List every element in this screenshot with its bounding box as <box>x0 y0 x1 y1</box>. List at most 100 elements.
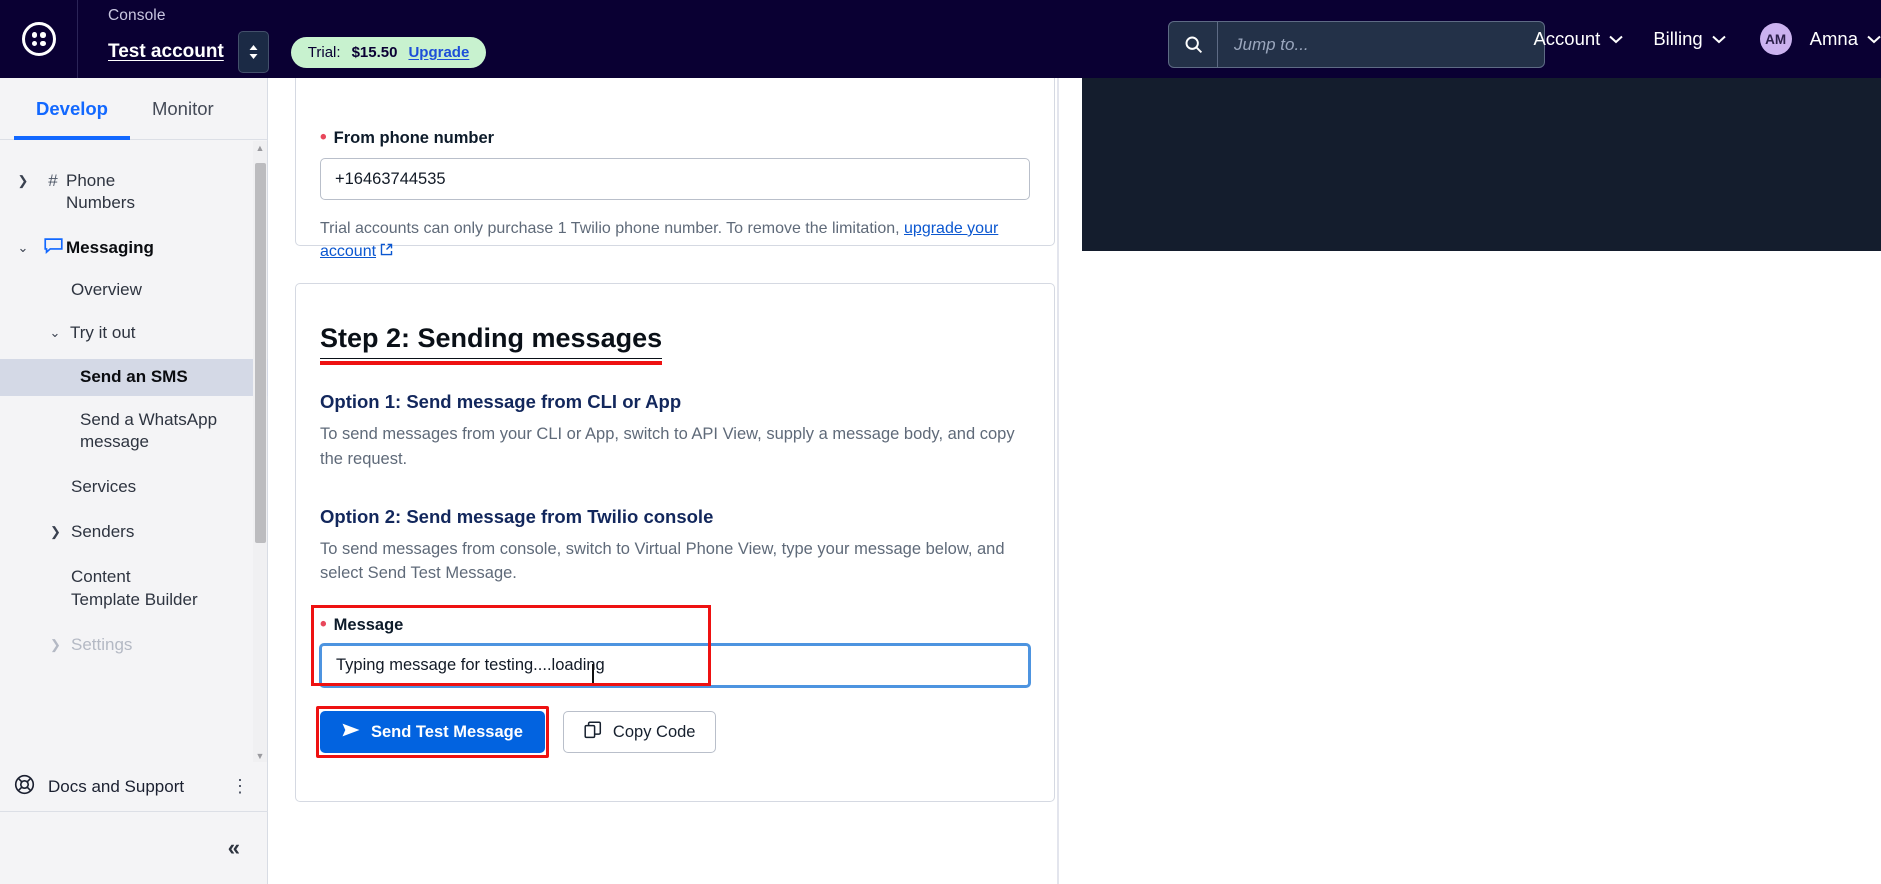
sidebar-item-content-template-builder[interactable]: Content Template Builder <box>0 559 268 618</box>
from-phone-number-label-text: From phone number <box>333 129 495 147</box>
sidebar-item-label: Settings <box>71 635 133 655</box>
upgrade-link[interactable]: Upgrade <box>408 44 469 61</box>
option1-title: Option 1: Send message from CLI or App <box>320 391 682 412</box>
sidebar-item-label: Senders <box>71 521 135 541</box>
top-nav: Account Billing AM Amna <box>1503 0 1881 78</box>
scroll-down-arrow-icon[interactable]: ▼ <box>253 749 267 762</box>
trial-label: Trial: <box>307 43 341 61</box>
main-content: • From phone number Trial accounts can o… <box>268 78 1881 884</box>
sidebar-item-try-it-out[interactable]: ⌄ Try it out <box>0 315 268 351</box>
sidebar-collapse-row: « <box>0 812 268 884</box>
chevron-down-icon <box>1609 35 1623 43</box>
content-divider <box>1057 78 1059 884</box>
text-cursor <box>592 664 594 684</box>
option2-body: To send messages from console, switch to… <box>320 539 1005 583</box>
sidebar-item-label: Phone Numbers <box>66 171 135 213</box>
trial-amount: $15.50 <box>351 43 398 61</box>
vertical-dots-icon[interactable]: ⋮ <box>227 776 254 797</box>
from-phone-number-card: • From phone number Trial accounts can o… <box>295 78 1055 260</box>
nav-billing-label: Billing <box>1653 28 1703 49</box>
chevron-down-icon[interactable]: ⌄ <box>6 237 40 256</box>
user-name-label: Amna <box>1809 28 1858 49</box>
sidebar-item-overview[interactable]: Overview <box>0 272 268 308</box>
send-test-message-label: Send Test Message <box>371 722 523 741</box>
step2-card: Step 2: Sending messages Option 1: Send … <box>295 283 1055 802</box>
chat-bubble-icon <box>40 237 66 259</box>
sidebar-item-send-whatsapp-message[interactable]: Send a WhatsApp message <box>0 402 268 461</box>
account-row: Test account Trial: $15.50 Upgrade <box>108 31 487 74</box>
account-block: Console Test account Trial: $15.50 Upgra… <box>108 0 487 78</box>
docs-and-support-label: Docs and Support <box>48 776 185 796</box>
sidebar-item-phone-numbers[interactable]: ❯ # Phone Numbers <box>0 163 268 222</box>
sidebar-item-label: Try it out <box>70 322 136 342</box>
chevron-right-icon[interactable]: ❯ <box>6 170 40 189</box>
copy-code-button[interactable]: Copy Code <box>562 711 717 753</box>
nav-billing[interactable]: Billing <box>1653 28 1726 50</box>
sidebar-tabs: Develop Monitor <box>0 78 267 140</box>
twilio-logo[interactable] <box>0 0 78 78</box>
copy-code-label: Copy Code <box>612 722 696 741</box>
chevron-down-icon <box>1711 35 1726 43</box>
docs-and-support-row[interactable]: Docs and Support ⋮ <box>0 762 268 812</box>
sidebar-scrollbar[interactable]: ▲ ▼ <box>253 141 267 762</box>
option1-body: To send messages from your CLI or App, s… <box>320 425 1015 468</box>
chevron-right-icon[interactable]: ❯ <box>40 634 71 653</box>
chevron-down-icon <box>1867 35 1881 43</box>
account-name-link[interactable]: Test account <box>108 41 224 63</box>
hash-icon: # <box>48 171 58 190</box>
virtual-phone-preview-panel <box>1082 78 1881 251</box>
send-test-message-button[interactable]: Send Test Message <box>316 706 549 758</box>
sidebar-item-senders[interactable]: ❯ Senders <box>0 514 268 550</box>
nav-account[interactable]: Account <box>1533 28 1623 50</box>
action-button-row: Send Test Message Copy Code <box>316 706 1030 758</box>
from-phone-number-label: • From phone number <box>320 127 1030 148</box>
lifebuoy-icon <box>14 774 48 800</box>
sidebar-item-label: Send a WhatsApp message <box>80 409 218 452</box>
trial-limitation-help: Trial accounts can only purchase 1 Twili… <box>320 217 1030 263</box>
sidebar-nav-list: ❯ # Phone Numbers ⌄ Messaging Overview ⌄… <box>0 141 268 762</box>
scrollbar-thumb[interactable] <box>255 163 266 543</box>
chevron-down-icon[interactable]: ⌄ <box>40 322 70 341</box>
twilio-console-page: Console Test account Trial: $15.50 Upgra… <box>0 0 1881 884</box>
top-bar: Console Test account Trial: $15.50 Upgra… <box>0 0 1881 78</box>
sidebar-item-send-an-sms[interactable]: Send an SMS <box>0 359 268 396</box>
chevron-right-icon[interactable]: ❯ <box>40 521 71 540</box>
nav-account-label: Account <box>1533 28 1601 49</box>
tab-monitor[interactable]: Monitor <box>130 78 236 139</box>
option2-title: Option 2: Send message from Twilio conso… <box>320 505 714 527</box>
search-input[interactable] <box>1218 22 1544 67</box>
sidebar-item-services[interactable]: Services <box>0 469 268 505</box>
required-marker: • <box>320 127 327 148</box>
paper-plane-icon <box>342 723 360 742</box>
scroll-up-arrow-icon[interactable]: ▲ <box>253 141 267 154</box>
avatar: AM <box>1759 23 1792 55</box>
tab-develop[interactable]: Develop <box>14 78 130 140</box>
sidebar-item-label: Messaging <box>66 237 154 257</box>
search-icon[interactable] <box>1169 22 1218 67</box>
sidebar-item-messaging[interactable]: ⌄ Messaging <box>0 230 268 266</box>
external-link-icon <box>380 240 393 263</box>
sidebar-item-settings[interactable]: ❯ Settings <box>0 627 268 663</box>
jump-to-search[interactable] <box>1168 21 1545 68</box>
account-switcher-button[interactable] <box>237 31 269 74</box>
console-label: Console <box>108 6 166 24</box>
message-field-group: • Message <box>311 605 1030 687</box>
sidebar-item-label: Services <box>71 476 137 496</box>
trial-badge: Trial: $15.50 Upgrade <box>290 36 487 68</box>
up-down-chevron-icon <box>249 45 258 60</box>
step2-title: Step 2: Sending messages <box>320 323 663 365</box>
red-underline-annotation <box>320 361 663 365</box>
copy-icon <box>584 721 602 744</box>
sidebar-item-label: Send an SMS <box>80 367 188 387</box>
message-label: • Message <box>320 614 1030 635</box>
twilio-logo-icon <box>21 22 56 56</box>
user-menu[interactable]: AM Amna <box>1759 23 1881 55</box>
sidebar-item-label: Overview <box>71 280 142 300</box>
trial-limitation-text: Trial accounts can only purchase 1 Twili… <box>320 220 905 237</box>
message-input[interactable] <box>320 644 1030 687</box>
from-phone-number-input[interactable] <box>320 158 1030 200</box>
double-chevron-left-icon[interactable]: « <box>228 835 240 861</box>
sidebar-item-label: Content Template Builder <box>71 567 198 609</box>
left-column: • From phone number Trial accounts can o… <box>295 78 1055 802</box>
required-marker: • <box>320 614 327 635</box>
